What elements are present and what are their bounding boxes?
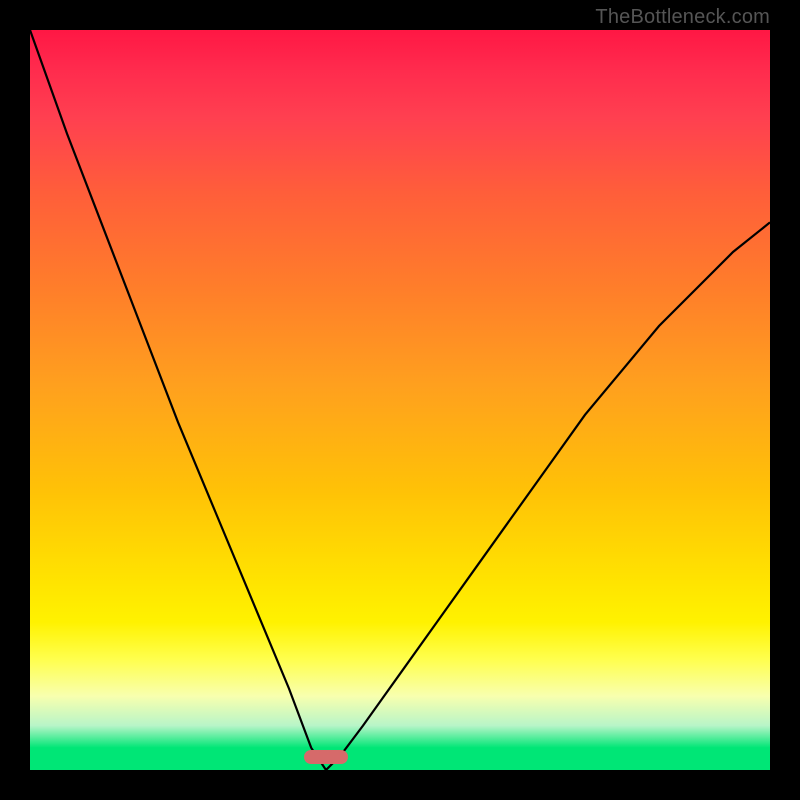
optimal-marker [304,750,348,764]
chart-frame: TheBottleneck.com [0,0,800,800]
plot-area [30,30,770,770]
bottleneck-curve [30,30,770,770]
curve-svg [30,30,770,770]
watermark-text: TheBottleneck.com [595,6,770,29]
